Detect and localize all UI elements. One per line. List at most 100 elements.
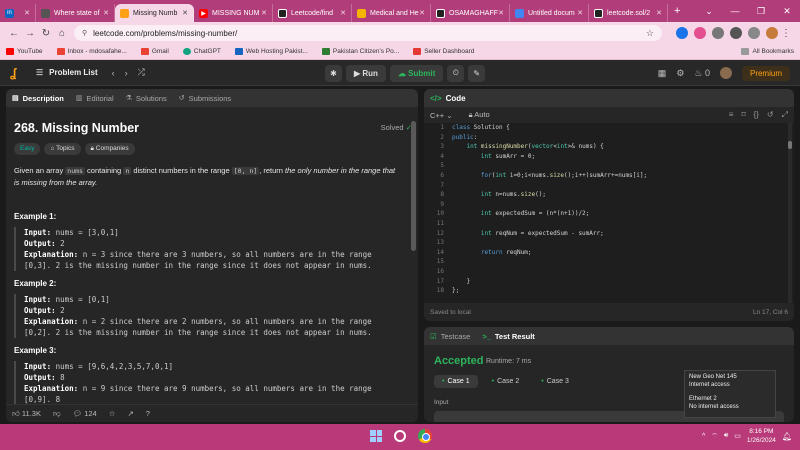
- battery-icon[interactable]: ▭: [734, 432, 741, 440]
- code-line[interactable]: 18};: [424, 286, 794, 296]
- code-line[interactable]: 14 return reqNum;: [424, 248, 794, 258]
- star-icon[interactable]: ☆: [109, 409, 116, 418]
- tab-solutions[interactable]: ⚗ Solutions: [126, 94, 167, 103]
- run-button[interactable]: ▶ Run: [346, 64, 386, 82]
- bookmark-star-icon[interactable]: ☆: [646, 28, 654, 39]
- bookmark-web-hosting[interactable]: Web Hosting Pakist...: [234, 48, 308, 55]
- tab-medical[interactable]: Medical and He ✕: [352, 4, 431, 22]
- close-icon[interactable]: ✕: [261, 9, 267, 17]
- close-icon[interactable]: ✕: [656, 9, 662, 17]
- debug-icon[interactable]: ✱: [325, 64, 342, 82]
- bookmark-youtube[interactable]: YouTube: [6, 48, 43, 55]
- close-icon[interactable]: ✕: [419, 9, 425, 17]
- new-tab-button[interactable]: +: [674, 5, 680, 17]
- profile-avatar[interactable]: [766, 27, 778, 39]
- dislike-icon[interactable]: 👎︎: [53, 409, 61, 419]
- back-icon[interactable]: ←: [6, 28, 22, 39]
- close-icon[interactable]: ✕: [340, 9, 346, 17]
- comments-button[interactable]: 💬︎ 124: [73, 409, 97, 418]
- bookmark-inbox[interactable]: Inbox - mdosafahe...: [56, 48, 127, 55]
- next-problem-icon[interactable]: ›: [125, 68, 128, 78]
- all-bookmarks[interactable]: All Bookmarks: [741, 48, 794, 55]
- minimize-icon[interactable]: —: [722, 6, 748, 16]
- maximize-icon[interactable]: ❐: [748, 6, 774, 17]
- bookmark-icon[interactable]: ⌑: [741, 110, 745, 120]
- close-icon[interactable]: ✕: [577, 9, 583, 17]
- case-3-tab[interactable]: • Case 3: [533, 375, 577, 388]
- format-icon[interactable]: ≡: [729, 110, 734, 120]
- timer-icon[interactable]: ⏲: [447, 64, 465, 82]
- tab-youtube-missing[interactable]: ▶ MISSING NUM ✕: [194, 4, 273, 22]
- code-line[interactable]: 11: [424, 219, 794, 229]
- case-2-tab[interactable]: • Case 2: [484, 375, 528, 388]
- leetcode-logo-icon[interactable]: ʆ: [10, 66, 22, 80]
- tab-test-result[interactable]: >_ Test Result: [482, 332, 534, 341]
- tab-search-icon[interactable]: ⌄: [696, 6, 722, 17]
- windows-start-icon[interactable]: [370, 430, 382, 442]
- topics-chip[interactable]: ⌂ Topics: [44, 143, 81, 155]
- notes-icon[interactable]: ✎: [468, 64, 486, 82]
- submit-button[interactable]: ☁ Submit: [389, 64, 444, 82]
- tab-untitled-doc[interactable]: Untitled docum ✕: [510, 4, 589, 22]
- home-icon[interactable]: ⌂: [54, 28, 70, 39]
- code-line[interactable]: 3 int missingNumber(vector<int>& nums) {: [424, 142, 794, 152]
- code-line[interactable]: 17 }: [424, 277, 794, 287]
- scrollbar[interactable]: [411, 121, 416, 251]
- layout-icon[interactable]: ▦: [658, 68, 667, 79]
- difficulty-badge[interactable]: Easy: [14, 143, 41, 155]
- tab-submissions[interactable]: ↺ Submissions: [179, 94, 231, 103]
- close-icon[interactable]: ✕: [24, 9, 30, 17]
- tab-description[interactable]: ▤ Description: [12, 94, 64, 103]
- bookmark-chatgpt[interactable]: ChatGPT: [182, 48, 221, 55]
- avatar[interactable]: [719, 67, 732, 79]
- language-select[interactable]: C++ ⌄: [430, 111, 453, 120]
- close-window-icon[interactable]: ✕: [774, 6, 800, 17]
- code-line[interactable]: 15: [424, 257, 794, 267]
- code-line[interactable]: 6 for(int i=0;i<nums.size();i++)sumArr+=…: [424, 171, 794, 181]
- code-line[interactable]: 4 int sumArr = 0;: [424, 152, 794, 162]
- premium-button[interactable]: Premium: [741, 65, 790, 81]
- extension-icon[interactable]: [676, 27, 688, 39]
- code-line[interactable]: 13: [424, 238, 794, 248]
- reset-icon[interactable]: ↺: [767, 110, 774, 120]
- notification-bell-icon[interactable]: 🔔︎: [782, 432, 792, 441]
- site-info-icon[interactable]: ⚲: [82, 29, 87, 37]
- tab-linkedin[interactable]: in ✕: [0, 4, 36, 22]
- code-editor[interactable]: 1 class Solution {2 public: 3 int missingNu…: [424, 123, 794, 303]
- share-icon[interactable]: ↗: [127, 409, 133, 418]
- extensions-puzzle-icon[interactable]: [730, 27, 742, 39]
- code-line[interactable]: 5: [424, 161, 794, 171]
- companies-chip[interactable]: 🔒︎ Companies: [84, 143, 135, 155]
- bookmark-gmail[interactable]: Gmail: [140, 48, 169, 55]
- code-line[interactable]: 8 int n=nums.size();: [424, 190, 794, 200]
- bookmark-pakistan-citizen[interactable]: Pakistan Citizen's Po...: [321, 48, 399, 55]
- problem-list-link[interactable]: ☰ Problem List: [36, 68, 98, 77]
- tab-github-osama[interactable]: OSAMAGHAFF ✕: [431, 4, 510, 22]
- forward-icon[interactable]: →: [22, 28, 38, 39]
- scrollbar[interactable]: [788, 141, 792, 149]
- close-icon[interactable]: ✕: [103, 9, 109, 17]
- case-1-tab[interactable]: • Case 1: [434, 375, 478, 388]
- tab-leetcode-sol[interactable]: leetcode.sol/2 ✕: [589, 4, 668, 22]
- prev-problem-icon[interactable]: ‹: [112, 68, 115, 78]
- code-line[interactable]: 7: [424, 181, 794, 191]
- help-icon[interactable]: ?: [146, 409, 150, 418]
- extension-icon[interactable]: [712, 27, 724, 39]
- auto-mode-toggle[interactable]: 🔒︎ Auto: [469, 110, 490, 120]
- extension-icon[interactable]: [694, 27, 706, 39]
- url-input[interactable]: ⚲ leetcode.com/problems/missing-number/ …: [74, 25, 662, 41]
- chrome-icon[interactable]: [418, 429, 432, 443]
- tab-editorial[interactable]: ▥ Editorial: [76, 94, 114, 103]
- search-icon[interactable]: [394, 430, 406, 442]
- menu-kebab-icon[interactable]: ⋮: [778, 28, 794, 39]
- tab-missing-number[interactable]: Missing Numb ✕: [115, 4, 194, 22]
- code-line[interactable]: 2 public:: [424, 133, 794, 143]
- code-line[interactable]: 16: [424, 267, 794, 277]
- wifi-icon[interactable]: ⌔: [711, 432, 718, 441]
- close-icon[interactable]: ✕: [182, 9, 188, 17]
- bookmark-seller-dashboard[interactable]: Seller Dashboard: [413, 48, 474, 55]
- tray-overflow-icon[interactable]: ^: [702, 433, 705, 440]
- code-line[interactable]: 1 class Solution {: [424, 123, 794, 133]
- code-line[interactable]: 9: [424, 200, 794, 210]
- settings-gear-icon[interactable]: ⚙: [676, 68, 684, 79]
